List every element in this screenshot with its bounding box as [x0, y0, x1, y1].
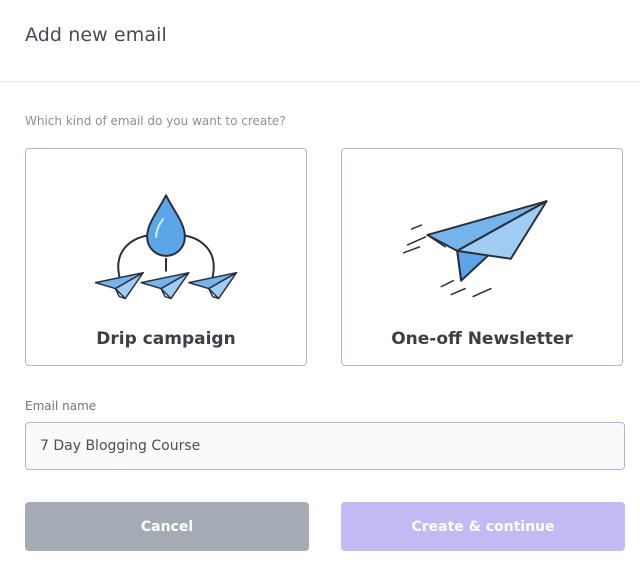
drip-campaign-icon — [94, 194, 238, 300]
one-off-newsletter-card[interactable]: One-off Newsletter — [341, 148, 623, 366]
email-name-label: Email name — [25, 399, 97, 413]
paper-plane-icon — [402, 200, 548, 298]
drip-campaign-card[interactable]: Drip campaign — [25, 148, 307, 366]
dialog-title: Add new email — [25, 24, 167, 46]
cancel-button[interactable]: Cancel — [25, 502, 309, 551]
create-continue-button[interactable]: Create & continue — [341, 502, 625, 551]
drip-campaign-label: Drip campaign — [96, 329, 236, 349]
email-type-question: Which kind of email do you want to creat… — [25, 114, 286, 128]
dialog-header: Add new email — [0, 0, 640, 82]
email-name-input[interactable] — [25, 422, 625, 470]
add-email-dialog: Add new email Which kind of email do you… — [0, 0, 640, 575]
one-off-newsletter-label: One-off Newsletter — [391, 329, 573, 349]
